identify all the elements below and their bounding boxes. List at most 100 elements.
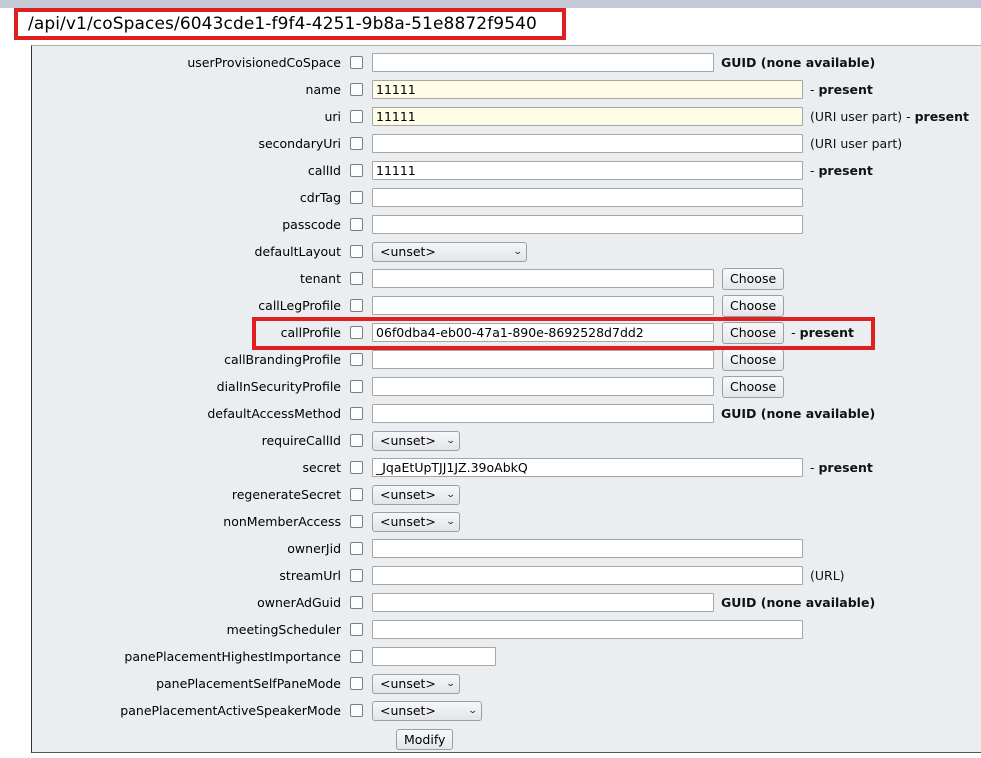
field-select[interactable]: <unset> ⌄ — [372, 511, 460, 532]
field-text-input[interactable] — [372, 539, 803, 558]
form-row: ownerJid — [32, 535, 981, 562]
field-label: cdrTag — [299, 190, 341, 205]
field-note: (URL) — [810, 568, 845, 583]
chevron-down-icon: ⌄ — [468, 705, 479, 716]
field-enable-checkbox[interactable] — [350, 218, 363, 231]
field-text-input[interactable]: 11111 — [372, 80, 803, 99]
field-text-input[interactable] — [372, 134, 803, 153]
form-row: streamUrl (URL) — [32, 562, 981, 589]
form-row: panePlacementSelfPaneMode <unset> ⌄ — [32, 670, 981, 697]
form-row: requireCallId <unset> ⌄ — [32, 427, 981, 454]
form-rows: userProvisionedCoSpace GUID (none availab… — [32, 46, 981, 724]
field-label: regenerateSecret — [231, 487, 341, 502]
field-text-input[interactable] — [372, 269, 714, 288]
form-row: callId 11111 - present — [32, 157, 981, 184]
field-enable-checkbox[interactable] — [350, 137, 363, 150]
choose-button[interactable]: Choose — [722, 294, 785, 317]
field-enable-checkbox[interactable] — [350, 569, 363, 582]
field-label: secret — [302, 460, 341, 475]
form-row: dialInSecurityProfile Choose — [32, 373, 981, 400]
choose-button[interactable]: Choose — [722, 348, 785, 371]
field-enable-checkbox[interactable] — [350, 461, 363, 474]
field-text-input[interactable] — [372, 296, 714, 315]
field-text-input[interactable] — [372, 53, 714, 72]
field-text-input[interactable] — [372, 215, 803, 234]
field-text-input[interactable] — [372, 350, 714, 369]
field-label: callLegProfile — [258, 298, 341, 313]
field-enable-checkbox[interactable] — [350, 326, 363, 339]
form-row: meetingScheduler — [32, 616, 981, 643]
form-row: callBrandingProfile Choose — [32, 346, 981, 373]
field-select[interactable]: <unset> ⌄ — [372, 673, 460, 694]
field-label: tenant — [300, 271, 341, 286]
chevron-down-icon: ⌄ — [446, 435, 457, 446]
field-enable-checkbox[interactable] — [350, 677, 363, 690]
field-text-input[interactable]: 11111 — [372, 107, 803, 126]
field-enable-checkbox[interactable] — [350, 542, 363, 555]
form-row: nonMemberAccess <unset> ⌄ — [32, 508, 981, 535]
field-enable-checkbox[interactable] — [350, 164, 363, 177]
api-url-text: /api/v1/coSpaces/6043cde1-f9f4-4251-9b8a… — [28, 14, 537, 34]
field-label: panePlacementHighestImportance — [124, 649, 341, 664]
field-select[interactable]: <unset> ⌄ — [372, 430, 460, 451]
field-enable-checkbox[interactable] — [350, 650, 363, 663]
field-text-input[interactable]: _JqaEtUpTJJ1JZ.39oAbkQ — [372, 458, 803, 477]
choose-button[interactable]: Choose — [722, 267, 785, 290]
form-row: ownerAdGuid GUID (none available) — [32, 589, 981, 616]
field-label: callProfile — [280, 325, 341, 340]
field-text-input[interactable] — [372, 188, 803, 207]
field-enable-checkbox[interactable] — [350, 704, 363, 717]
field-text-input[interactable] — [372, 647, 496, 666]
field-enable-checkbox[interactable] — [350, 380, 363, 393]
field-text-input[interactable] — [372, 566, 803, 585]
field-text-input[interactable] — [372, 377, 714, 396]
modify-button[interactable]: Modify — [396, 728, 454, 750]
field-enable-checkbox[interactable] — [350, 353, 363, 366]
choose-button[interactable]: Choose — [722, 321, 785, 344]
field-enable-checkbox[interactable] — [350, 596, 363, 609]
field-enable-checkbox[interactable] — [350, 434, 363, 447]
field-label: uri — [324, 109, 341, 124]
form-row: panePlacementActiveSpeakerMode <unset> ⌄ — [32, 697, 981, 724]
field-note: GUID (none available) — [721, 595, 876, 610]
field-label: ownerJid — [287, 541, 341, 556]
field-enable-checkbox[interactable] — [350, 407, 363, 420]
form-row: defaultLayout <unset> ⌄ — [32, 238, 981, 265]
field-enable-checkbox[interactable] — [350, 110, 363, 123]
form-row: callLegProfile Choose — [32, 292, 981, 319]
form-row: secondaryUri (URI user part) — [32, 130, 981, 157]
form-row: callProfile 06f0dba4-eb00-47a1-890e-86925… — [32, 319, 981, 346]
field-enable-checkbox[interactable] — [350, 299, 363, 312]
field-text-input[interactable] — [372, 404, 714, 423]
field-text-input[interactable]: 06f0dba4-eb00-47a1-890e-8692528d7dd2 — [372, 323, 714, 342]
select-value: <unset> — [380, 676, 436, 691]
field-text-input[interactable] — [372, 593, 714, 612]
field-enable-checkbox[interactable] — [350, 272, 363, 285]
select-value: <unset> — [380, 487, 436, 502]
chevron-down-icon: ⌄ — [446, 678, 457, 689]
form-row: cdrTag — [32, 184, 981, 211]
field-enable-checkbox[interactable] — [350, 56, 363, 69]
field-enable-checkbox[interactable] — [350, 191, 363, 204]
field-select[interactable]: <unset> ⌄ — [372, 241, 527, 262]
field-text-input[interactable]: 11111 — [372, 161, 803, 180]
form-row: tenant Choose — [32, 265, 981, 292]
field-note: (URI user part) — [810, 136, 903, 151]
field-label: panePlacementSelfPaneMode — [156, 676, 341, 691]
form-actions: Modify — [32, 724, 981, 754]
choose-button[interactable]: Choose — [722, 375, 785, 398]
field-enable-checkbox[interactable] — [350, 245, 363, 258]
field-label: dialInSecurityProfile — [216, 379, 341, 394]
field-enable-checkbox[interactable] — [350, 83, 363, 96]
field-label: meetingScheduler — [226, 622, 341, 637]
field-enable-checkbox[interactable] — [350, 515, 363, 528]
field-note: - present — [810, 460, 873, 475]
field-select[interactable]: <unset> ⌄ — [372, 700, 482, 721]
field-label: userProvisionedCoSpace — [187, 55, 341, 70]
field-text-input[interactable] — [372, 620, 803, 639]
field-select[interactable]: <unset> ⌄ — [372, 484, 460, 505]
field-label: requireCallId — [261, 433, 341, 448]
field-enable-checkbox[interactable] — [350, 623, 363, 636]
field-enable-checkbox[interactable] — [350, 488, 363, 501]
field-label: defaultLayout — [254, 244, 341, 259]
